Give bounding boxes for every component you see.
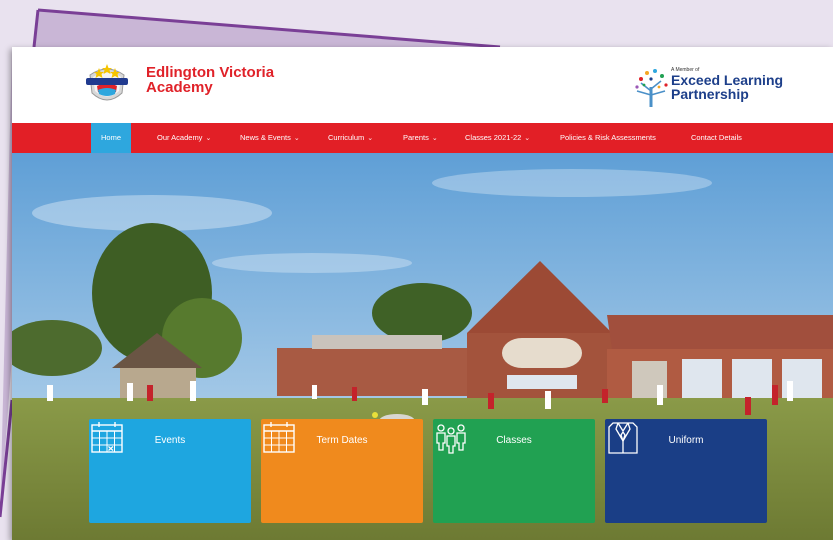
partner-name[interactable]: A Member of Exceed Learning Partnership — [671, 67, 783, 102]
shirt-icon — [608, 422, 638, 454]
nav-label: Contact Details — [691, 133, 742, 142]
chevron-down-icon: ⌄ — [367, 135, 374, 142]
nav-label: Our Academy — [157, 133, 203, 142]
school-crest-logo[interactable] — [82, 59, 132, 109]
hero-image: Events Term Dates Classes Uniform — [12, 153, 833, 540]
tile-uniform[interactable]: Uniform — [605, 419, 767, 523]
people-icon — [436, 424, 466, 454]
nav-item-contact[interactable]: Contact Details — [691, 123, 742, 153]
exceed-tree-logo[interactable] — [629, 61, 673, 109]
tile-classes[interactable]: Classes — [433, 419, 595, 523]
nav-item-our-academy[interactable]: Our Academy ⌄ — [157, 123, 211, 153]
tile-events[interactable]: Events — [89, 419, 251, 523]
main-navigation: Home Our Academy ⌄ News & Events ⌄ Curricu… — [12, 123, 833, 153]
site-header: Edlington Victoria Academy A Member of E… — [12, 47, 833, 123]
partner-name-line1: Exceed Learning — [671, 72, 784, 88]
nav-item-policies[interactable]: Policies & Risk Assessments — [560, 123, 656, 153]
nav-label: Policies & Risk Assessments — [560, 133, 656, 142]
nav-label: News & Events — [240, 133, 291, 142]
nav-label: Home — [100, 133, 121, 142]
nav-item-classes[interactable]: Classes 2021-22 ⌄ — [465, 123, 530, 153]
nav-item-home[interactable]: Home — [91, 123, 131, 153]
nav-item-curriculum[interactable]: Curriculum ⌄ — [328, 123, 373, 153]
nav-label: Curriculum — [328, 133, 365, 142]
nav-item-parents[interactable]: Parents ⌄ — [403, 123, 438, 153]
calendar-grid-icon — [263, 422, 295, 453]
school-name-line1: Edlington Victoria — [146, 64, 275, 81]
chevron-down-icon: ⌄ — [293, 135, 300, 142]
chevron-down-icon: ⌄ — [524, 135, 531, 142]
tile-term-dates[interactable]: Term Dates — [261, 419, 423, 523]
chevron-down-icon: ⌄ — [431, 135, 438, 142]
school-name[interactable]: Edlington Victoria Academy — [146, 65, 286, 95]
nav-label: Classes 2021-22 — [465, 133, 522, 142]
partner-name-line2: Partnership — [671, 86, 749, 102]
website-screenshot: Edlington Victoria Academy A Member of E… — [12, 47, 833, 540]
school-name-line2: Academy — [146, 79, 213, 96]
nav-label: Parents — [403, 133, 429, 142]
calendar-icon — [91, 422, 123, 453]
nav-item-news-events[interactable]: News & Events ⌄ — [240, 123, 300, 153]
chevron-down-icon: ⌄ — [205, 135, 212, 142]
